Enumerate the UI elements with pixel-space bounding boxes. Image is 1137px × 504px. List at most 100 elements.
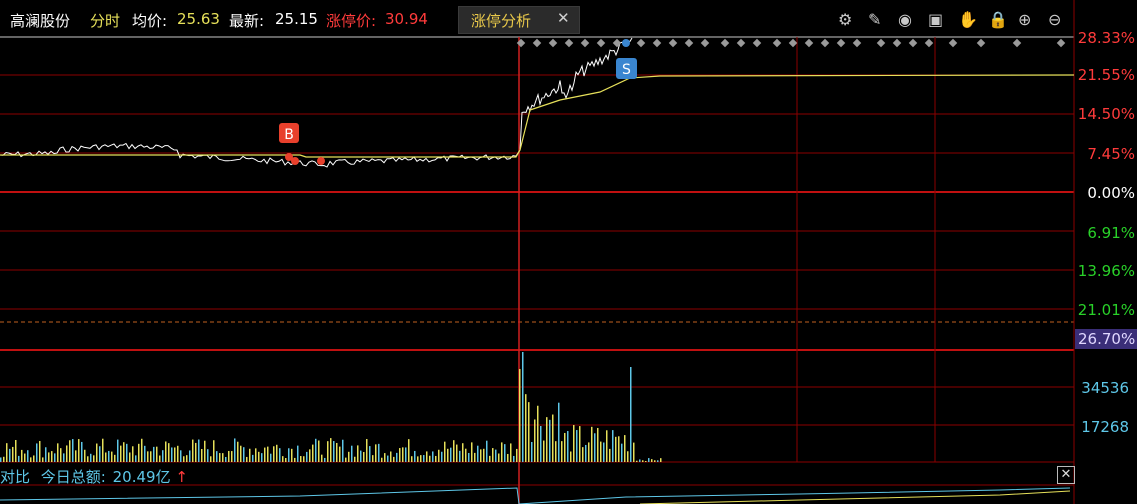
volume-bar xyxy=(300,456,302,462)
compare-label[interactable]: 对比 xyxy=(0,468,30,486)
limit-label: 涨停价: xyxy=(326,12,377,30)
limit-up-marker xyxy=(652,38,662,48)
zoom-out-icon[interactable]: ⊖ xyxy=(1048,10,1061,30)
lock-icon[interactable]: 🔒 xyxy=(988,10,1008,30)
volume-bar xyxy=(333,441,335,462)
eye-icon[interactable]: ◉ xyxy=(898,10,912,30)
volume-bar xyxy=(270,453,272,462)
volume-bar xyxy=(516,448,518,462)
chart-stage[interactable]: BS 高澜股份 分时 均价: 25.63 最新: 25.15 涨停价: 30.9… xyxy=(0,0,1137,504)
volume-bar xyxy=(189,450,191,462)
volume-bar xyxy=(357,445,359,462)
volume-bar xyxy=(438,449,440,462)
limit-up-marker xyxy=(788,38,798,48)
tab-close-icon[interactable]: ✕ xyxy=(557,9,570,27)
volume-bar xyxy=(615,436,617,462)
intraday-chart[interactable]: BS xyxy=(0,0,1137,504)
volume-bar xyxy=(645,460,647,462)
limit-up-marker xyxy=(684,38,694,48)
volume-bar xyxy=(375,444,377,462)
tab-limit-analysis[interactable]: 涨停分析 ✕ xyxy=(458,6,580,34)
volume-bar xyxy=(162,450,164,462)
volume-bar xyxy=(651,459,653,462)
zoom-in-icon[interactable]: ⊕ xyxy=(1018,10,1031,30)
hand-icon[interactable]: ✋ xyxy=(958,10,978,30)
volume-bar xyxy=(132,446,134,462)
volume-bar xyxy=(582,447,584,462)
stock-name[interactable]: 高澜股份 xyxy=(10,10,70,31)
volume-bar xyxy=(129,452,131,462)
sell-marker-label: S xyxy=(622,62,631,78)
volume-bar xyxy=(522,352,524,462)
volume-bar xyxy=(72,439,74,462)
volume-bar xyxy=(429,455,431,462)
limit-value: 30.94 xyxy=(385,10,428,28)
volume-bar xyxy=(594,433,596,462)
volume-bar xyxy=(279,448,281,462)
volume-bar xyxy=(342,439,344,462)
volume-bar xyxy=(504,444,506,462)
volume-bar xyxy=(351,445,353,462)
volume-bar xyxy=(330,438,332,462)
volume-bar xyxy=(255,448,257,462)
total-label: 今日总额: xyxy=(40,468,106,486)
volume-bar xyxy=(423,455,425,462)
volume-bar xyxy=(540,426,542,462)
volume-bar xyxy=(273,446,275,462)
volume-bar xyxy=(192,439,194,462)
volume-bar xyxy=(108,450,110,462)
volume-bar xyxy=(183,456,185,462)
volume-bar xyxy=(654,460,656,462)
volume-bar xyxy=(576,430,578,462)
volume-bar xyxy=(174,447,176,462)
volume-bar xyxy=(102,438,104,462)
volume-bar xyxy=(141,438,143,462)
limit-up-marker xyxy=(700,38,710,48)
volume-bar xyxy=(621,443,623,462)
volume-bar xyxy=(588,442,590,462)
volume-bar xyxy=(432,451,434,462)
volume-bar xyxy=(159,455,161,462)
volume-bar xyxy=(312,444,314,462)
volume-bar xyxy=(3,456,5,462)
volume-bar xyxy=(531,441,533,462)
volume-bar xyxy=(420,455,422,462)
volume-bar xyxy=(555,441,557,462)
volume-bar xyxy=(105,452,107,462)
volume-bar xyxy=(417,456,419,462)
limit-up-marker xyxy=(752,38,762,48)
volume-bar xyxy=(570,451,572,462)
volume-bar xyxy=(465,448,467,462)
volume-bar xyxy=(291,448,293,462)
volume-bar xyxy=(153,446,155,462)
volume-bar xyxy=(657,460,659,462)
volume-bar xyxy=(261,453,263,462)
settings-icon[interactable]: ⚙ xyxy=(838,10,852,30)
volume-bar xyxy=(282,456,284,462)
volume-bar xyxy=(507,453,509,462)
volume-bar xyxy=(648,458,650,462)
volume-bar xyxy=(642,460,644,462)
volume-bar xyxy=(363,452,365,462)
limit-up-marker xyxy=(1012,38,1022,48)
axis-label: 14.50% xyxy=(1077,105,1135,123)
volume-bar xyxy=(534,419,536,462)
bottom-close-icon[interactable]: ✕ xyxy=(1057,466,1075,484)
volume-bar xyxy=(426,451,428,462)
volume-bar xyxy=(195,442,197,462)
view-mode[interactable]: 分时 xyxy=(90,10,120,31)
volume-bar xyxy=(453,440,455,462)
volume-bar xyxy=(402,447,404,462)
volume-bar xyxy=(447,448,449,462)
average-line xyxy=(0,74,1075,158)
volume-bar xyxy=(564,432,566,462)
volume-bar xyxy=(597,427,599,462)
axis-label: 21.55% xyxy=(1077,66,1135,84)
axis-label: 28.33% xyxy=(1077,29,1135,47)
volume-bar xyxy=(510,443,512,462)
box-icon[interactable]: ▣ xyxy=(928,10,943,30)
volume-bar xyxy=(324,457,326,462)
volume-bar xyxy=(618,436,620,462)
draw-icon[interactable]: ✎ xyxy=(868,10,881,30)
volume-bar xyxy=(168,443,170,462)
